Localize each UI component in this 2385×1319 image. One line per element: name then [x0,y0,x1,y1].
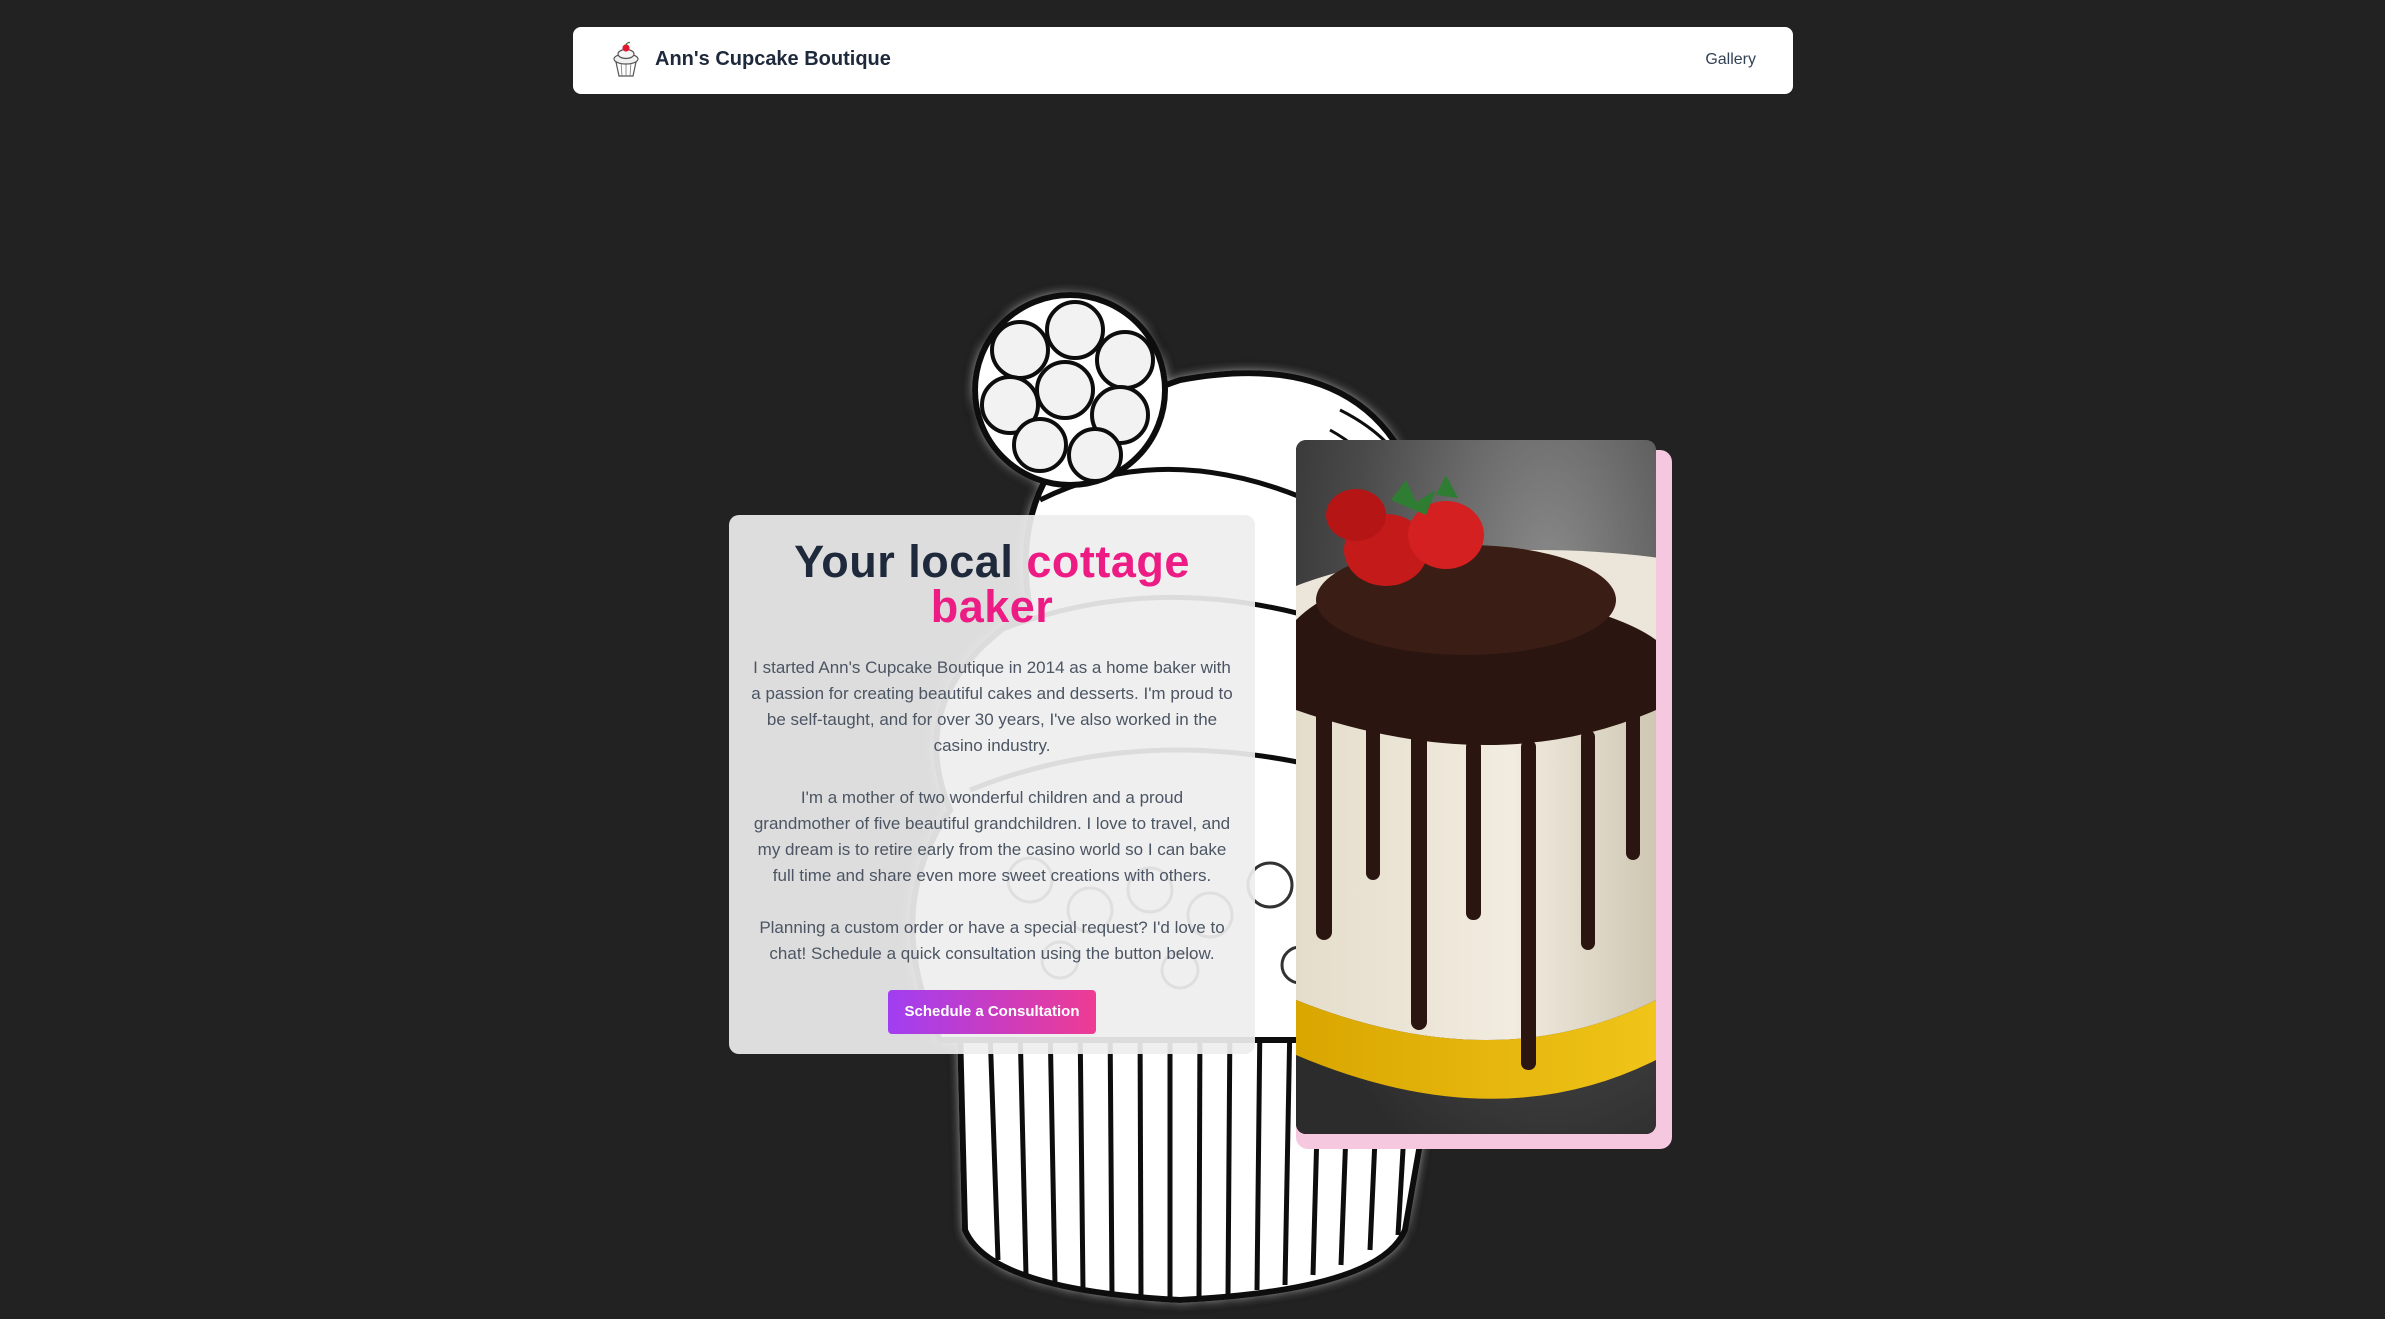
cake-photo [1296,440,1656,1134]
cupcake-logo-icon[interactable] [607,41,645,79]
navbar: Ann's Cupcake Boutique Gallery [573,27,1793,94]
page-title: Your local cottage baker [751,539,1233,629]
headline-text: Your local [794,536,1014,587]
about-paragraph-3: Planning a custom order or have a specia… [759,918,1225,963]
about-paragraph-2: I'm a mother of two wonderful children a… [753,788,1231,885]
about-card: Your local cottage baker I started Ann's… [729,515,1255,1054]
nav-link-gallery[interactable]: Gallery [1705,51,1756,69]
schedule-consultation-button[interactable]: Schedule a Consultation [888,990,1096,1034]
brand-name[interactable]: Ann's Cupcake Boutique [655,48,891,71]
about-paragraph-1: I started Ann's Cupcake Boutique in 2014… [751,658,1233,755]
